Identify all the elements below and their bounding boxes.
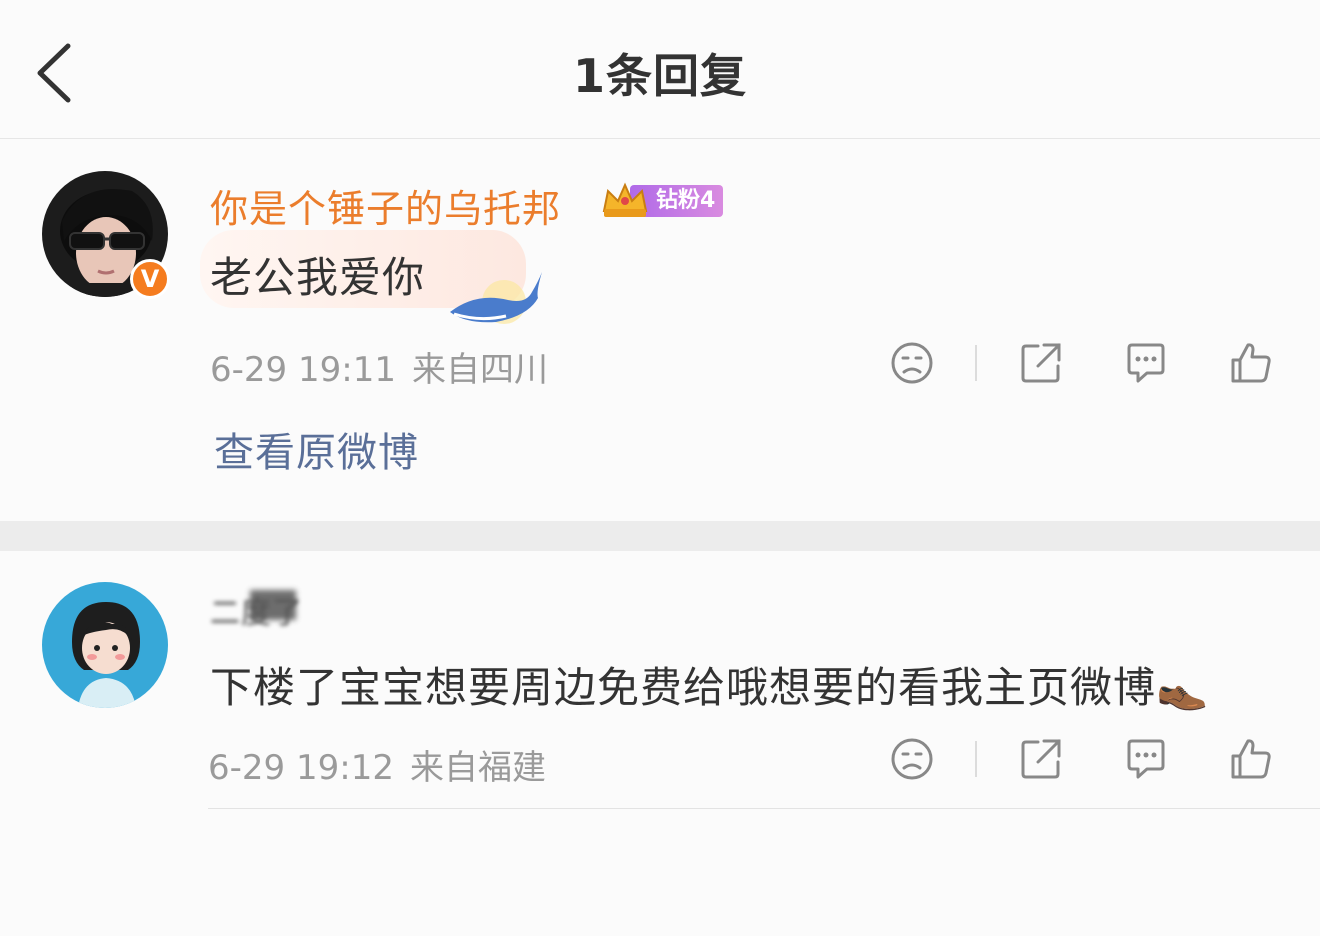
share-button[interactable] bbox=[1018, 736, 1064, 782]
sad-face-icon bbox=[891, 342, 933, 384]
comment-item: V 你是个锤子的乌托邦 钻粉4 老公我爱你 6-29 19:11 来自四川 查看… bbox=[0, 0, 1320, 520]
comment-icon bbox=[1127, 343, 1165, 383]
username-redaction bbox=[250, 590, 296, 620]
comment-separator bbox=[208, 808, 1320, 809]
comment-timestamp: 6-29 19:12 bbox=[208, 748, 394, 788]
comment-text: 老公我爱你 bbox=[210, 253, 426, 302]
section-divider bbox=[0, 521, 1320, 551]
dislike-button[interactable] bbox=[889, 340, 935, 386]
comment-item: 二度了 下楼了宝宝想要周边免费给哦想要的看我主页微博👞 6-29 19:12来自… bbox=[0, 552, 1320, 936]
share-icon bbox=[1021, 739, 1061, 779]
thumbs-up-icon bbox=[1231, 343, 1271, 383]
like-button[interactable] bbox=[1228, 736, 1274, 782]
comment-icon bbox=[1127, 739, 1165, 779]
user-avatar-image bbox=[42, 582, 168, 708]
whale-icon bbox=[450, 272, 542, 324]
action-divider bbox=[975, 345, 977, 381]
like-button[interactable] bbox=[1228, 340, 1274, 386]
comment-timestamp: 6-29 19:11 bbox=[210, 350, 396, 390]
dislike-button[interactable] bbox=[889, 736, 935, 782]
reply-button[interactable] bbox=[1123, 340, 1169, 386]
sad-face-icon bbox=[891, 738, 933, 780]
thumbs-up-icon bbox=[1231, 739, 1271, 779]
share-icon bbox=[1021, 343, 1061, 383]
comment-username[interactable]: 你是个锤子的乌托邦 bbox=[210, 178, 561, 233]
crown-icon bbox=[602, 182, 648, 217]
avatar[interactable] bbox=[42, 582, 168, 708]
fan-badge: 钻粉4 bbox=[598, 182, 724, 218]
verified-badge: V bbox=[130, 259, 170, 299]
comment-text: 下楼了宝宝想要周边免费给哦想要的看我主页微博👞 bbox=[210, 663, 1210, 712]
comment-meta: 6-29 19:11 来自四川 bbox=[210, 342, 564, 391]
comment-meta: 6-29 19:12 来自福建 bbox=[208, 740, 562, 789]
comment-location: 来自福建 bbox=[409, 748, 546, 788]
comment-location: 来自四川 bbox=[411, 350, 548, 390]
share-button[interactable] bbox=[1018, 340, 1064, 386]
reply-button[interactable] bbox=[1123, 736, 1169, 782]
view-original-weibo-link[interactable]: 查看原微博 bbox=[214, 420, 419, 478]
action-divider bbox=[975, 741, 977, 777]
